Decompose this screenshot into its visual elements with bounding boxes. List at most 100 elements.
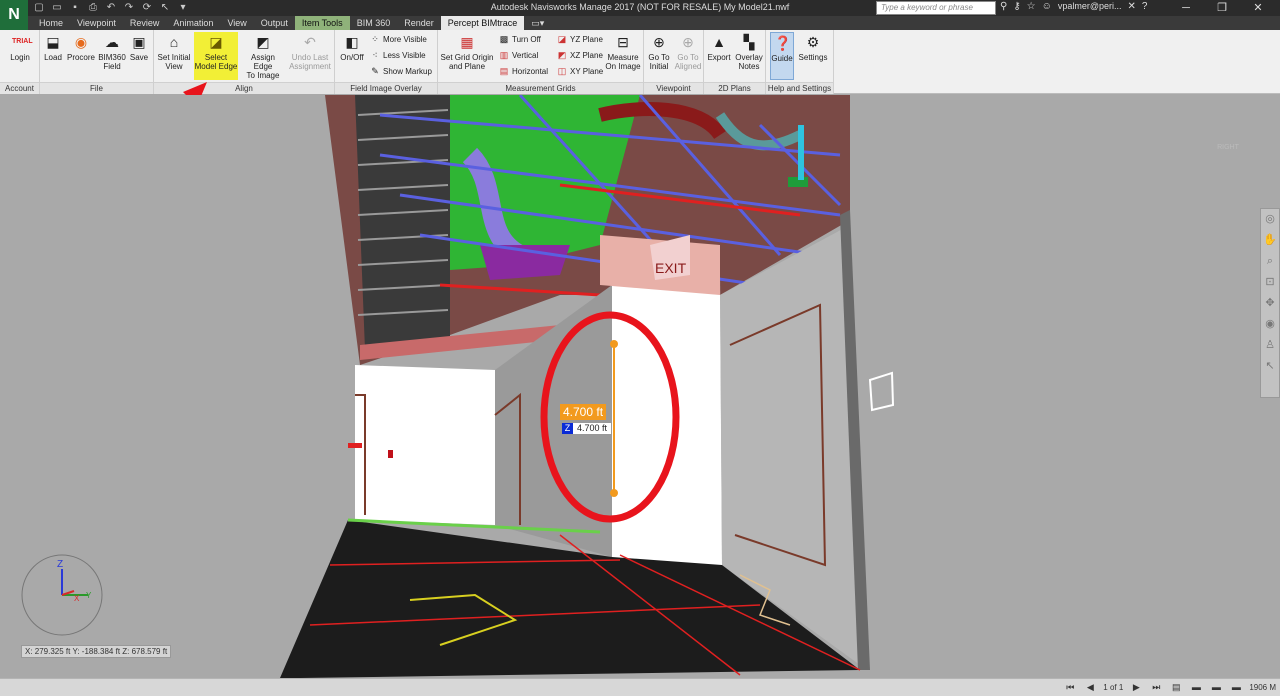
tab-viewpoint[interactable]: Viewpoint	[70, 16, 123, 30]
login-button[interactable]: TRIAL Login	[3, 32, 37, 80]
last-page-icon[interactable]: ⏭	[1149, 681, 1163, 693]
binoculars-icon[interactable]: ⚲	[1000, 1, 1007, 15]
horizontal-label: Horizontal	[512, 67, 549, 76]
app-logo[interactable]: N	[0, 0, 28, 30]
select-model-edge-button[interactable]: ◪ Select Model Edge	[194, 32, 238, 80]
select-edge-label-line2: Model Edge	[194, 62, 238, 71]
tab-item-tools[interactable]: Item Tools	[294, 16, 350, 30]
axis-tag-z: Z	[562, 423, 573, 434]
measure-point-top[interactable]	[610, 340, 618, 348]
assign-edge-to-image-button[interactable]: ◩ Assign Edge To Image	[241, 32, 285, 80]
export-label: Export	[707, 53, 731, 62]
turn-off-label: Turn Off	[512, 35, 541, 44]
walk-icon[interactable]: ♙	[1261, 335, 1279, 356]
memory-usage: 1906 M	[1249, 682, 1276, 692]
tab-percept-bimtrace[interactable]: Percept BIMtrace	[440, 16, 525, 30]
look-around-icon[interactable]: ◉	[1261, 314, 1279, 335]
tab-bim360[interactable]: BIM 360	[350, 16, 398, 30]
save-button[interactable]: ▣ Save	[128, 32, 150, 80]
tab-view[interactable]: View	[220, 16, 253, 30]
help-icon[interactable]: ?	[1142, 1, 1148, 15]
tab-output[interactable]: Output	[254, 16, 295, 30]
pan-hand-icon[interactable]: ✋	[1261, 230, 1279, 251]
exit-sign: EXIT	[655, 260, 687, 276]
xz-plane-label: XZ Plane	[570, 51, 603, 60]
show-markup-button[interactable]: ✎ Show Markup	[369, 64, 432, 78]
go-to-initial-button[interactable]: ⊕ Go To Initial	[646, 32, 672, 80]
markup-icon: ✎	[371, 66, 379, 76]
less-visible-button[interactable]: ⁖ Less Visible	[369, 48, 425, 62]
overlay-notes-label-line1: Overlay	[735, 53, 763, 62]
procore-label: Procore	[66, 53, 95, 62]
guide-label: Guide	[771, 54, 793, 63]
yz-plane-button[interactable]: ◪ YZ Plane	[556, 32, 603, 46]
zoom-icon[interactable]: ⌕	[1261, 251, 1279, 272]
steering-wheel-icon[interactable]: ◎	[1261, 209, 1279, 230]
measure-label-line1: Measure	[607, 53, 639, 62]
measure-on-image-button[interactable]: ⊟ Measure On Image	[604, 32, 642, 80]
panel-label-help: Help and Settings	[766, 82, 833, 94]
viewcube[interactable]: RIGHT	[1208, 131, 1248, 165]
axis-x-label: X	[74, 594, 80, 603]
undo-last-assignment-button[interactable]: ↶ Undo Last Assignment	[288, 32, 332, 80]
settings-button[interactable]: ⚙ Settings	[796, 32, 830, 80]
minimize-icon[interactable]: ─	[1168, 0, 1204, 16]
onoff-label: On/Off	[340, 53, 364, 62]
close-icon[interactable]: ✕	[1240, 0, 1276, 16]
measure-point-bottom[interactable]	[610, 489, 618, 497]
title-bar: ▢ ▭ ▪ ⎙ ↶ ↷ ⟳ ↖ ▾ Autodesk Navisworks Ma…	[0, 0, 1280, 16]
user-icon[interactable]: ☺	[1042, 1, 1052, 15]
user-name[interactable]: vpalmer@peri...	[1058, 1, 1122, 15]
next-page-icon[interactable]: ▶	[1129, 681, 1143, 693]
load-icon: ⬓	[46, 34, 60, 50]
zoom-window-icon[interactable]: ⊡	[1261, 272, 1279, 293]
yz-plane-label: YZ Plane	[570, 35, 603, 44]
xz-plane-button[interactable]: ◩ XZ Plane	[556, 48, 603, 62]
tab-render[interactable]: Render	[397, 16, 441, 30]
orbit-icon[interactable]: ✥	[1261, 293, 1279, 314]
page-indicator: 1 of 1	[1103, 682, 1124, 692]
favorites-star-icon[interactable]: ☆	[1027, 1, 1036, 15]
ribbon-options-icon[interactable]: ▭▾	[524, 16, 551, 30]
bim360-field-button[interactable]: ☁ BIM360 Field	[98, 32, 126, 80]
sheet-browser-icon[interactable]: ▤	[1169, 681, 1183, 693]
tab-animation[interactable]: Animation	[166, 16, 220, 30]
first-page-icon[interactable]: ⏮	[1063, 681, 1077, 693]
export-button[interactable]: ▲ Export	[706, 32, 732, 80]
grid-horizontal-button[interactable]: ▤ Horizontal	[498, 64, 548, 78]
vertical-grid-icon: ▥	[499, 50, 509, 60]
assign-edge-label-line2: To Image	[246, 71, 280, 80]
go-aligned-label-line2: Aligned	[674, 62, 702, 71]
less-visible-icon: ⁖	[372, 50, 378, 60]
restore-icon[interactable]: ❐	[1204, 0, 1240, 16]
guide-button[interactable]: ❓ Guide	[770, 32, 794, 80]
overlay-notes-button[interactable]: ▚ Overlay Notes	[734, 32, 764, 80]
grid-vertical-button[interactable]: ▥ Vertical	[498, 48, 539, 62]
set-grid-label-line1: Set Grid Origin	[440, 53, 494, 62]
undo-label-line1: Undo Last	[291, 53, 329, 62]
more-visible-button[interactable]: ⁘ More Visible	[369, 32, 427, 46]
3d-viewport[interactable]: EXIT Z Y X 4.700 ft Z 4.700 ft X: 279.32…	[0, 95, 1280, 678]
panel-field-image-overlay: ◧ On/Off ⁘ More Visible ⁖ Less Visible ✎ Sh…	[335, 30, 438, 94]
exchange-icon[interactable]: ✕	[1128, 1, 1136, 15]
select-icon[interactable]: ↖	[1261, 356, 1279, 377]
cyan-pipe	[798, 125, 804, 180]
guide-help-icon: ❓	[774, 35, 792, 51]
help-search-input[interactable]: Type a keyword or phrase	[876, 1, 996, 15]
load-button[interactable]: ⬓ Load	[42, 32, 64, 80]
tab-review[interactable]: Review	[123, 16, 167, 30]
prev-page-icon[interactable]: ◀	[1083, 681, 1097, 693]
set-grid-origin-button[interactable]: ▦ Set Grid Origin and Plane	[440, 32, 494, 80]
subscription-icon[interactable]: ⚷	[1013, 1, 1020, 15]
set-initial-view-button[interactable]: ⌂ Set Initial View	[156, 32, 192, 80]
tab-home[interactable]: Home	[32, 16, 70, 30]
grid-turn-off-button[interactable]: ▩ Turn Off	[498, 32, 541, 46]
status-right-group: ⏮ ◀ 1 of 1 ▶ ⏭ ▤ ▬ ▬ ▬ 1906 M	[1063, 681, 1276, 693]
settings-label: Settings	[798, 53, 828, 62]
xy-plane-button[interactable]: ◫ XY Plane	[556, 64, 603, 78]
model-scene[interactable]: EXIT Z Y X	[0, 95, 1280, 678]
more-visible-label: More Visible	[383, 35, 427, 44]
procore-button[interactable]: ◉ Procore	[66, 32, 96, 80]
overlay-onoff-button[interactable]: ◧ On/Off	[337, 32, 367, 80]
go-to-aligned-button[interactable]: ⊕ Go To Aligned	[674, 32, 702, 80]
